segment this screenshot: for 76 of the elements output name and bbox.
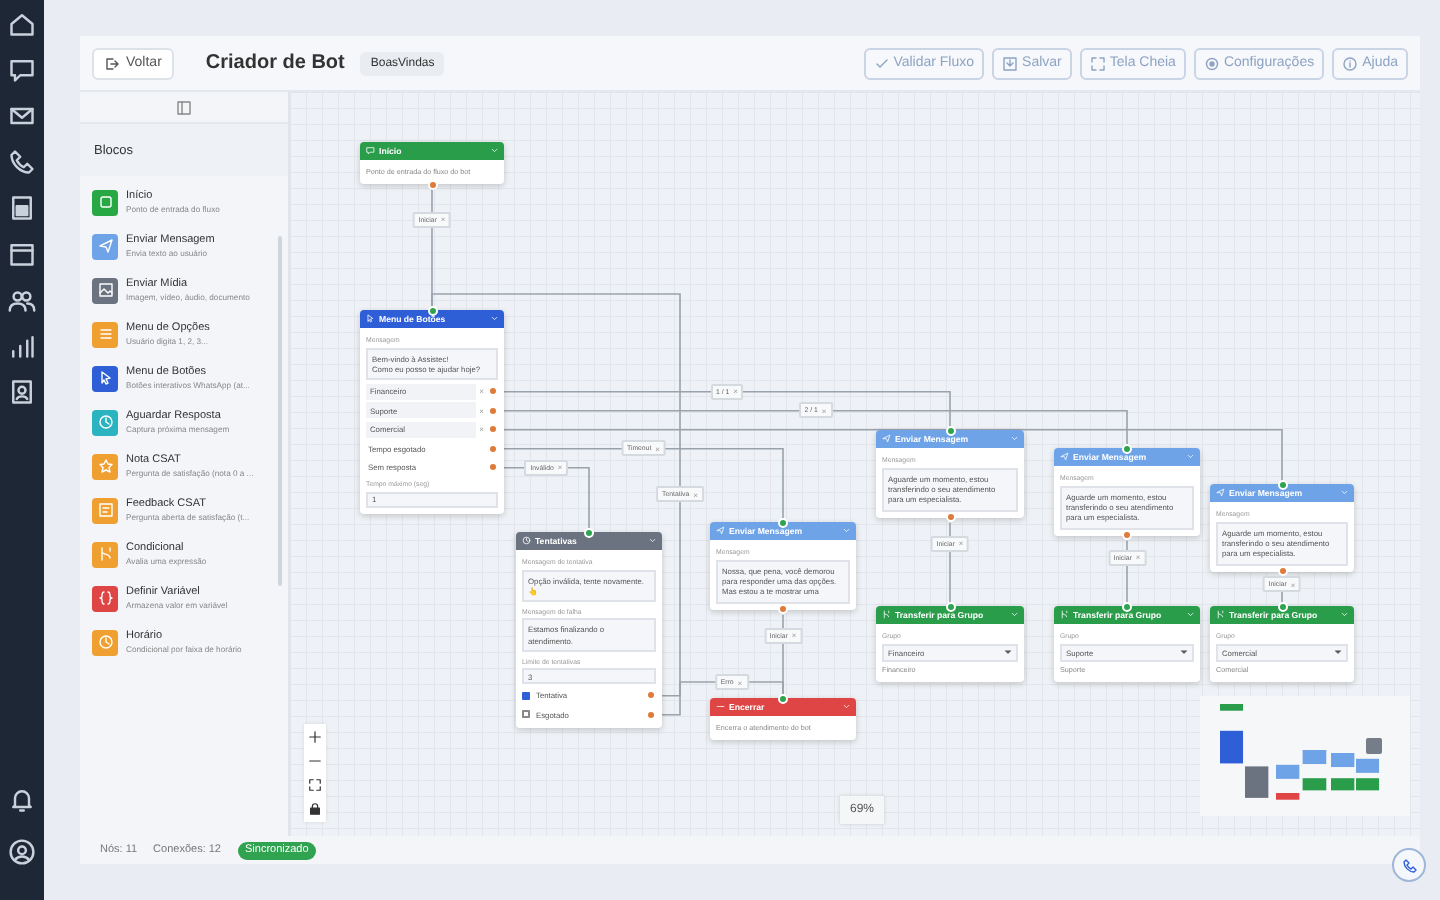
input-handle[interactable]	[945, 425, 955, 435]
input-handle[interactable]	[1122, 443, 1132, 453]
send-icon	[882, 434, 891, 444]
chevron-icon[interactable]	[1339, 610, 1348, 620]
output-handle[interactable]	[427, 179, 437, 189]
download-icon	[1002, 55, 1019, 71]
stop-icon	[716, 702, 725, 712]
clock-icon	[522, 536, 531, 546]
send-icon	[1060, 452, 1069, 462]
connector-line[interactable]	[661, 681, 784, 716]
collapse-panel-icon[interactable]	[176, 99, 192, 115]
input-handle[interactable]	[778, 517, 788, 527]
input-handle[interactable]	[1277, 479, 1287, 489]
phone-icon[interactable]	[8, 148, 36, 176]
output-handle[interactable]	[778, 604, 788, 615]
call-button[interactable]	[1392, 848, 1426, 882]
bell-icon[interactable]	[8, 786, 36, 814]
people-icon[interactable]	[8, 286, 36, 314]
caret-icon	[1004, 648, 1012, 656]
exit-icon	[104, 55, 120, 71]
chevron-icon[interactable]	[1009, 610, 1018, 620]
lock-button[interactable]	[308, 802, 322, 816]
expand-icon	[1089, 55, 1106, 71]
scrollbar[interactable]	[278, 236, 282, 586]
caret-icon	[1334, 648, 1342, 656]
user-icon[interactable]	[8, 838, 36, 866]
gear-icon	[1203, 55, 1220, 71]
minimap[interactable]	[1200, 696, 1410, 816]
calendar-icon[interactable]	[8, 240, 36, 268]
connector-line[interactable]	[503, 429, 1283, 485]
connector-line[interactable]	[949, 522, 951, 607]
bar-chart-icon[interactable]	[8, 332, 36, 360]
chevron-icon[interactable]	[841, 702, 850, 712]
connector-line[interactable]	[503, 410, 1128, 449]
output-handle[interactable]	[1122, 530, 1132, 541]
send-icon	[1216, 488, 1225, 498]
fit-view-button[interactable]	[308, 778, 322, 792]
chat-icon[interactable]	[8, 56, 36, 84]
input-handle[interactable]	[584, 527, 594, 537]
phone-icon	[1401, 857, 1417, 873]
chevron-icon[interactable]	[489, 314, 498, 324]
input-handle[interactable]	[945, 601, 955, 611]
input-handle[interactable]	[427, 305, 437, 315]
picture-frame-icon[interactable]	[8, 194, 36, 222]
input-handle[interactable]	[778, 693, 788, 703]
contact-card-icon[interactable]	[8, 378, 36, 406]
chevron-icon[interactable]	[841, 526, 850, 536]
zoom-out-button[interactable]	[308, 754, 322, 768]
chevron-icon[interactable]	[1339, 488, 1348, 498]
mail-icon[interactable]	[8, 102, 36, 130]
caret-icon	[1180, 648, 1188, 656]
connector-line[interactable]	[503, 391, 951, 431]
info-icon	[1342, 55, 1359, 71]
input-handle[interactable]	[1277, 601, 1287, 611]
chevron-icon[interactable]	[647, 536, 656, 546]
page-title: Criador de Bot	[205, 52, 345, 74]
connector-line[interactable]	[1126, 540, 1128, 607]
check-icon	[873, 55, 890, 71]
connector-line[interactable]	[782, 614, 784, 699]
output-handle[interactable]	[945, 512, 955, 523]
expand-icon	[308, 778, 322, 792]
lock-icon	[308, 802, 322, 816]
zoom-in-button[interactable]	[308, 730, 322, 744]
chevron-icon[interactable]	[1185, 610, 1194, 620]
chevron-icon[interactable]	[1009, 434, 1018, 444]
minus-icon	[308, 754, 322, 768]
home-icon[interactable]	[8, 10, 36, 38]
checkbox[interactable]	[522, 691, 530, 700]
input-handle[interactable]	[1122, 601, 1132, 611]
chat-icon	[366, 146, 375, 156]
chevron-icon[interactable]	[1185, 452, 1194, 462]
plus-icon	[308, 730, 322, 744]
checkbox[interactable]	[522, 710, 530, 719]
chevron-icon[interactable]	[489, 146, 498, 156]
send-icon	[716, 526, 725, 536]
pointer-icon	[366, 314, 375, 324]
